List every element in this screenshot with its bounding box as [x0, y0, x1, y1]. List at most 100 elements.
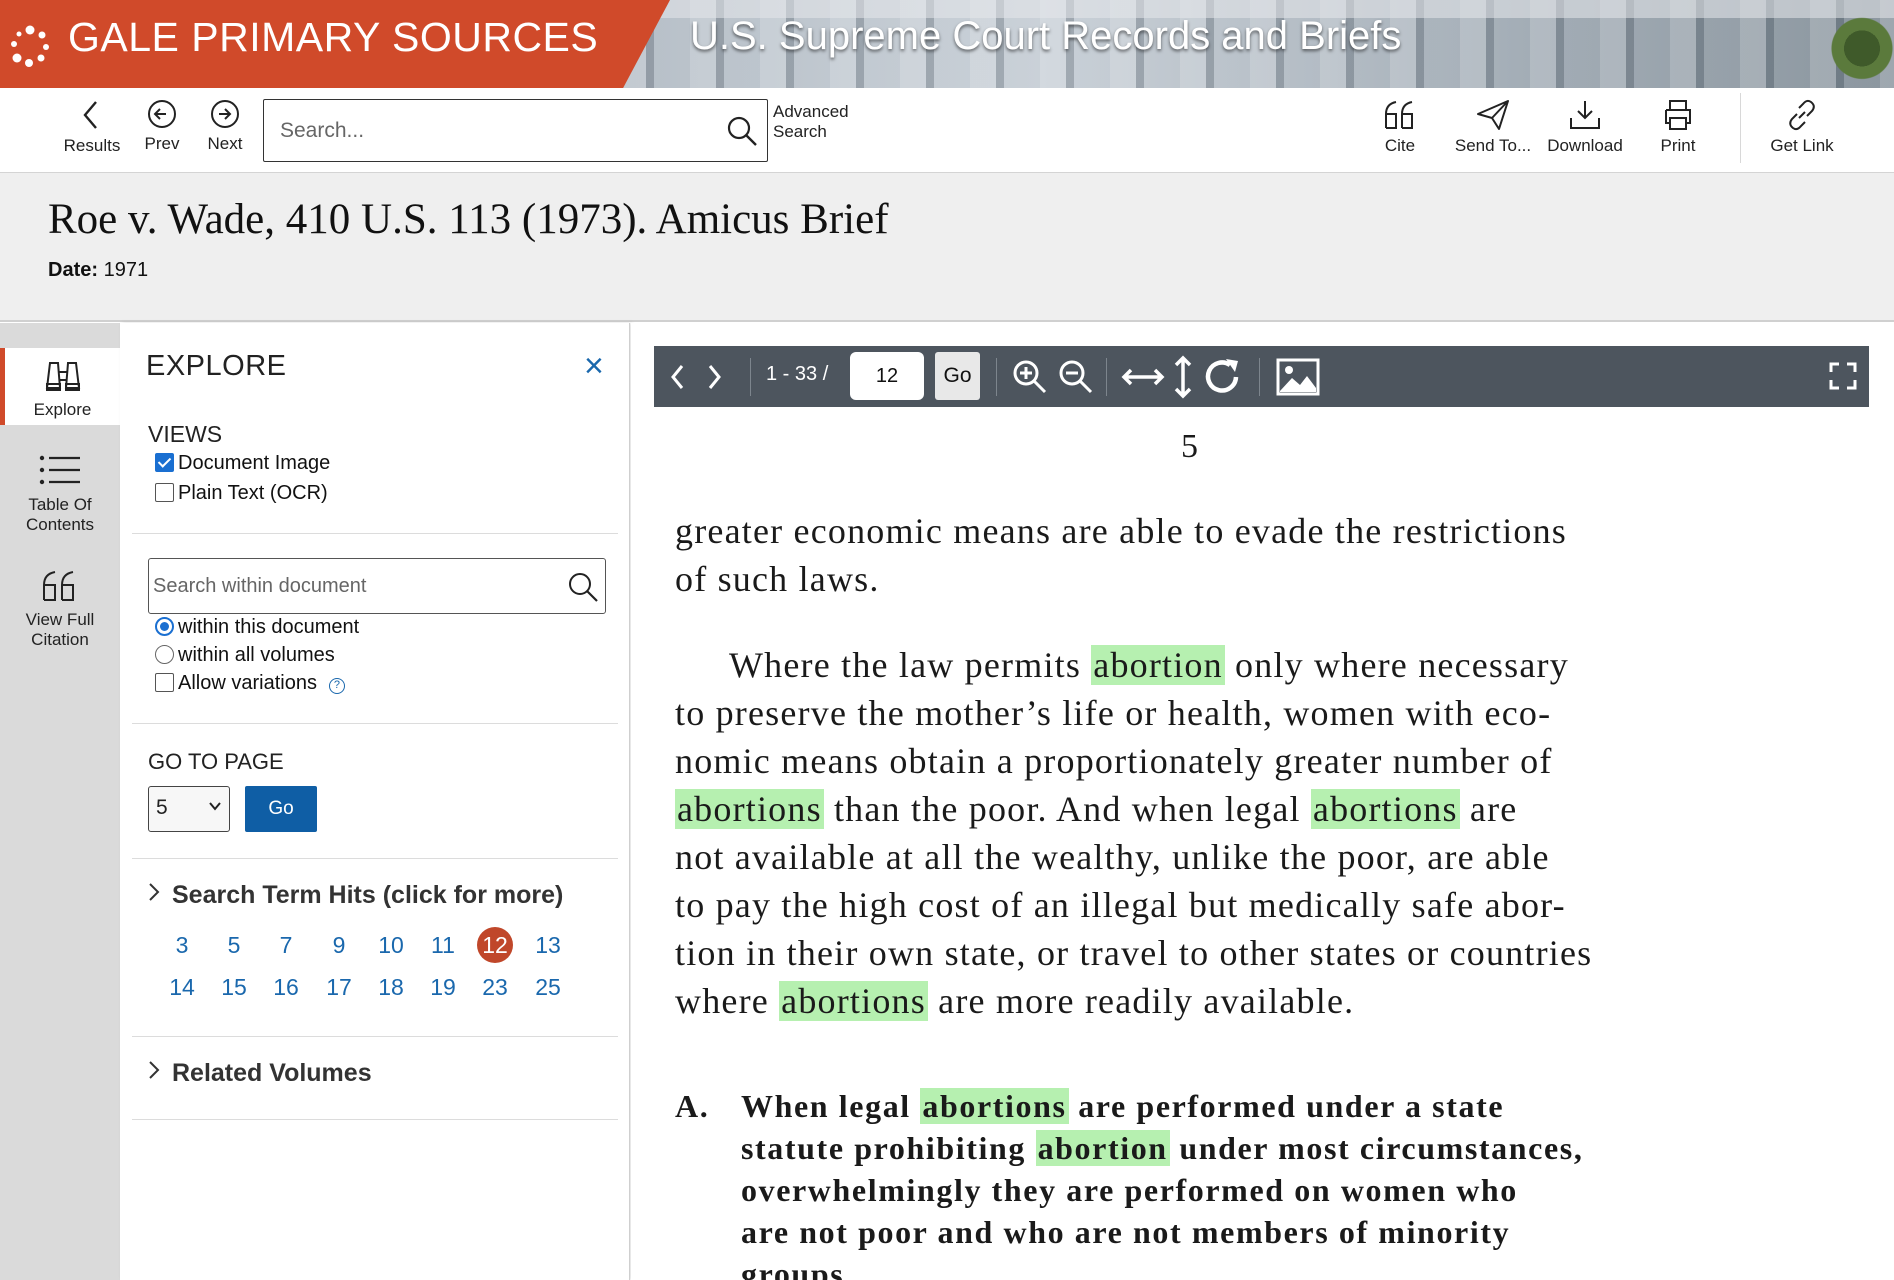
rail-table-of-contents[interactable]: Table Of Contents — [0, 453, 120, 535]
radio-selected-icon — [155, 617, 174, 636]
hit-page-link[interactable]: 3 — [162, 928, 202, 962]
search-icon[interactable] — [725, 114, 759, 148]
search-highlight: abortion — [1091, 645, 1225, 685]
scope-all-volumes-radio[interactable]: within all volumes — [155, 644, 335, 667]
scope-this-document-radio[interactable]: within this document — [155, 616, 359, 639]
views-label: VIEWS — [148, 421, 223, 447]
brand-block[interactable]: GALE PRIMARY SOURCES — [0, 0, 670, 88]
rail-explore-label: Explore — [33, 400, 92, 419]
search-icon[interactable] — [567, 571, 599, 603]
print-button[interactable]: Print — [1638, 98, 1718, 156]
hit-page-link[interactable]: 17 — [319, 970, 359, 1004]
page-go-button[interactable]: Go — [935, 352, 980, 400]
scope-option-label: within all volumes — [178, 644, 335, 666]
toolbar-divider — [996, 358, 997, 396]
zoom-out-icon[interactable] — [1057, 358, 1095, 396]
download-button[interactable]: Download — [1545, 98, 1625, 156]
page-number-input[interactable]: 12 — [850, 352, 924, 400]
chevron-right-icon[interactable] — [704, 362, 724, 392]
close-icon[interactable]: × — [584, 349, 604, 383]
page-text-line: overwhelmingly they are performed on wom… — [741, 1172, 1518, 1208]
search-highlight: abortions — [675, 789, 824, 829]
fullscreen-icon[interactable] — [1829, 362, 1857, 390]
allow-variations-checkbox[interactable]: Allow variations? — [155, 672, 345, 695]
hit-page-link[interactable]: 13 — [528, 928, 568, 962]
next-button[interactable]: Next — [185, 98, 265, 154]
hit-page-link[interactable]: 7 — [266, 928, 306, 962]
toolbar-divider — [750, 358, 751, 396]
search-placeholder: Search... — [280, 119, 365, 142]
document-header: Roe v. Wade, 410 U.S. 113 (1973). Amicus… — [0, 173, 1894, 322]
rail-citation-line1: View Full — [25, 610, 95, 629]
hit-page-link[interactable]: 10 — [371, 928, 411, 962]
hit-page-link[interactable]: 5 — [214, 928, 254, 962]
search-input[interactable]: Search... — [263, 99, 768, 162]
advanced-search-link[interactable]: Advanced Search — [773, 102, 849, 142]
hit-page-link[interactable]: 11 — [423, 928, 463, 962]
view-document-image-checkbox[interactable]: Document Image — [155, 452, 330, 475]
search-term-hits-heading: Search Term Hits (click for more) — [172, 881, 564, 909]
hit-page-link[interactable]: 16 — [266, 970, 306, 1004]
hit-page-link[interactable]: 18 — [371, 970, 411, 1004]
page-text-line: greater economic means are able to evade… — [675, 511, 1568, 551]
chevron-right-icon — [149, 883, 160, 901]
document-title: Roe v. Wade, 410 U.S. 113 (1973). Amicus… — [48, 196, 889, 243]
fit-width-icon[interactable] — [1120, 360, 1166, 394]
explore-title: EXPLORE — [146, 350, 287, 382]
quote-icon — [1385, 101, 1413, 129]
toolbar-divider — [1740, 93, 1741, 163]
hit-page-link[interactable]: 23 — [475, 970, 515, 1004]
rail-view-full-citation[interactable]: View Full Citation — [0, 568, 120, 650]
hit-page-link[interactable]: 19 — [423, 970, 463, 1004]
view-option-label: Plain Text (OCR) — [178, 482, 328, 504]
search-term-hits-toggle[interactable]: Search Term Hits (click for more) — [148, 881, 563, 910]
rail-explore[interactable]: Explore — [0, 348, 120, 425]
rotate-icon[interactable] — [1202, 356, 1244, 398]
hit-page-link[interactable]: 25 — [528, 970, 568, 1004]
page-text-line: where abortions are more readily availab… — [675, 980, 1354, 1022]
divider — [132, 723, 618, 724]
prev-label: Prev — [144, 134, 180, 153]
allow-variations-label: Allow variations — [178, 672, 317, 694]
view-plain-text-checkbox[interactable]: Plain Text (OCR) — [155, 482, 328, 505]
next-label: Next — [207, 134, 243, 153]
text-run: are more readily available. — [927, 981, 1355, 1021]
gale-logo-icon — [11, 25, 49, 67]
chevron-down-icon — [209, 802, 221, 811]
send-to-button[interactable]: Send To... — [1450, 98, 1536, 156]
hit-page-link[interactable]: 15 — [214, 970, 254, 1004]
page-text-line: to pay the high cost of an illegal but m… — [675, 885, 1566, 925]
cite-button[interactable]: Cite — [1360, 98, 1440, 156]
document-viewer: 1 - 33 / 12 Go 5 greater economic means … — [631, 323, 1894, 1280]
advanced-line2: Search — [773, 122, 827, 141]
chevron-left-icon[interactable] — [668, 362, 688, 392]
page-text-line: statute prohibiting abortion under most … — [741, 1130, 1583, 1167]
image-icon[interactable] — [1276, 358, 1320, 396]
get-link-label: Get Link — [1770, 136, 1834, 155]
binoculars-icon — [45, 362, 80, 391]
go-to-page-button[interactable]: Go — [245, 786, 317, 832]
viewer-toolbar: 1 - 33 / 12 Go — [654, 346, 1869, 407]
go-to-page-select[interactable]: 5 — [148, 786, 230, 832]
rail-toc-line1: Table Of — [28, 495, 92, 514]
get-link-button[interactable]: Get Link — [1762, 98, 1842, 156]
fit-height-icon[interactable] — [1170, 354, 1196, 400]
header-banner: GALE PRIMARY SOURCES U.S. Supreme Court … — [0, 0, 1894, 88]
radio-icon — [155, 645, 174, 664]
hit-page-link[interactable]: 9 — [319, 928, 359, 962]
search-within-input[interactable]: Search within document — [148, 558, 606, 614]
go-to-page-label: GO TO PAGE — [148, 749, 284, 774]
arrow-right-circle-icon — [211, 100, 239, 128]
text-run: are performed under a state — [1068, 1088, 1505, 1124]
divider — [132, 1036, 618, 1037]
results-button[interactable]: Results — [52, 98, 132, 156]
divider — [132, 858, 618, 859]
help-icon[interactable]: ? — [328, 678, 345, 694]
hit-page-link-current[interactable]: 12 — [475, 927, 515, 963]
zoom-in-icon[interactable] — [1011, 358, 1049, 396]
related-volumes-toggle[interactable]: Related Volumes — [148, 1059, 372, 1088]
document-page-image[interactable]: 5 greater economic means are able to eva… — [661, 418, 1871, 1280]
hit-page-link[interactable]: 14 — [162, 970, 202, 1004]
page-text-line: not available at all the wealthy, unlike… — [675, 837, 1550, 877]
page-text-line: When legal abortions are performed under… — [741, 1088, 1504, 1125]
